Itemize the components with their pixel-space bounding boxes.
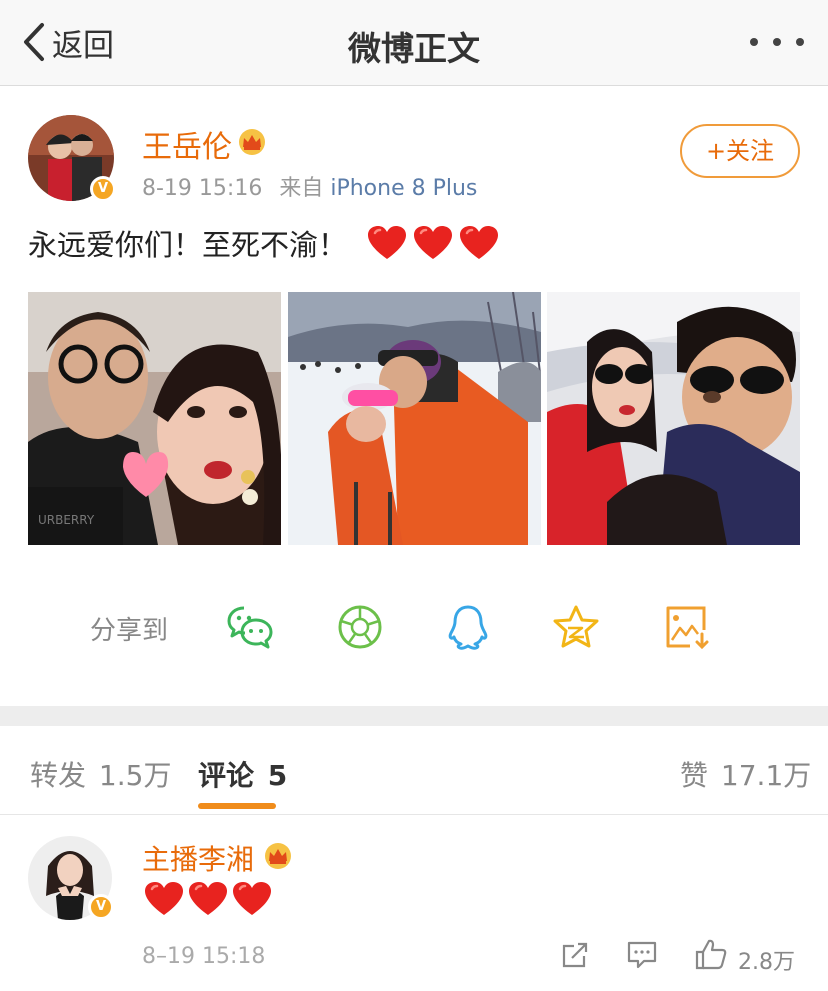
post-photo-3[interactable] [547, 292, 800, 545]
crown-icon [262, 842, 294, 870]
moments-icon[interactable] [336, 604, 384, 650]
active-tab-indicator [198, 803, 276, 809]
post-content: 永远爱你们！至死不渝！ [28, 222, 499, 264]
save-image-icon[interactable] [662, 604, 710, 650]
tab-likes[interactable]: 赞 17.1万 [680, 754, 811, 794]
repost-count: 1.5万 [98, 759, 172, 792]
comment-label: 评论 [198, 759, 255, 792]
verified-badge-icon: V [90, 176, 116, 202]
comment-like-count: 2.8万 [738, 950, 795, 975]
more-options-icon[interactable] [750, 28, 804, 56]
repost-label: 转发 [30, 759, 87, 792]
follow-button[interactable]: +关注 [680, 124, 800, 178]
heart-icon [144, 881, 184, 917]
post-time: 8-19 15:16 [142, 176, 263, 201]
tab-repost[interactable]: 转发 1.5万 [30, 754, 171, 794]
post-text: 永远爱你们！至死不渝！ [28, 228, 348, 262]
like-comment-icon[interactable] [694, 938, 728, 970]
qzone-icon[interactable] [552, 604, 600, 650]
reply-comment-icon[interactable] [626, 940, 658, 970]
post-photo-1[interactable]: URBERRY [28, 292, 281, 545]
post-meta: 8-19 15:16 来自 iPhone 8 Plus [142, 170, 477, 202]
heart-icon [367, 225, 407, 261]
comment-text [144, 881, 272, 917]
source-prefix: 来自 [279, 176, 324, 201]
comment-count: 5 [267, 759, 288, 792]
section-divider [0, 706, 828, 726]
heart-icon [188, 881, 228, 917]
repost-comment-icon[interactable] [560, 940, 590, 970]
navigation-bar: 返回 微博正文 [0, 0, 828, 86]
crown-icon [236, 128, 268, 156]
share-label: 分享到 [90, 616, 169, 646]
like-label: 赞 [680, 759, 709, 792]
comment-time: 8–19 15:18 [142, 944, 266, 969]
like-count: 17.1万 [720, 759, 812, 792]
heart-icon [413, 225, 453, 261]
tab-comments[interactable]: 评论 5 [198, 754, 287, 794]
qq-icon[interactable] [444, 604, 492, 650]
author-name[interactable]: 王岳伦 [142, 122, 232, 166]
device-link[interactable]: iPhone 8 Plus [330, 176, 477, 201]
heart-icon [232, 881, 272, 917]
verified-badge-icon: V [88, 894, 114, 920]
heart-icon [459, 225, 499, 261]
commenter-name[interactable]: 主播李湘 [142, 838, 254, 878]
svg-text:URBERRY: URBERRY [38, 513, 95, 527]
post-photo-2[interactable] [288, 292, 541, 545]
post-hearts [367, 225, 499, 261]
wechat-icon[interactable] [226, 604, 274, 650]
page-title: 微博正文 [348, 29, 480, 68]
tab-divider [0, 814, 828, 815]
